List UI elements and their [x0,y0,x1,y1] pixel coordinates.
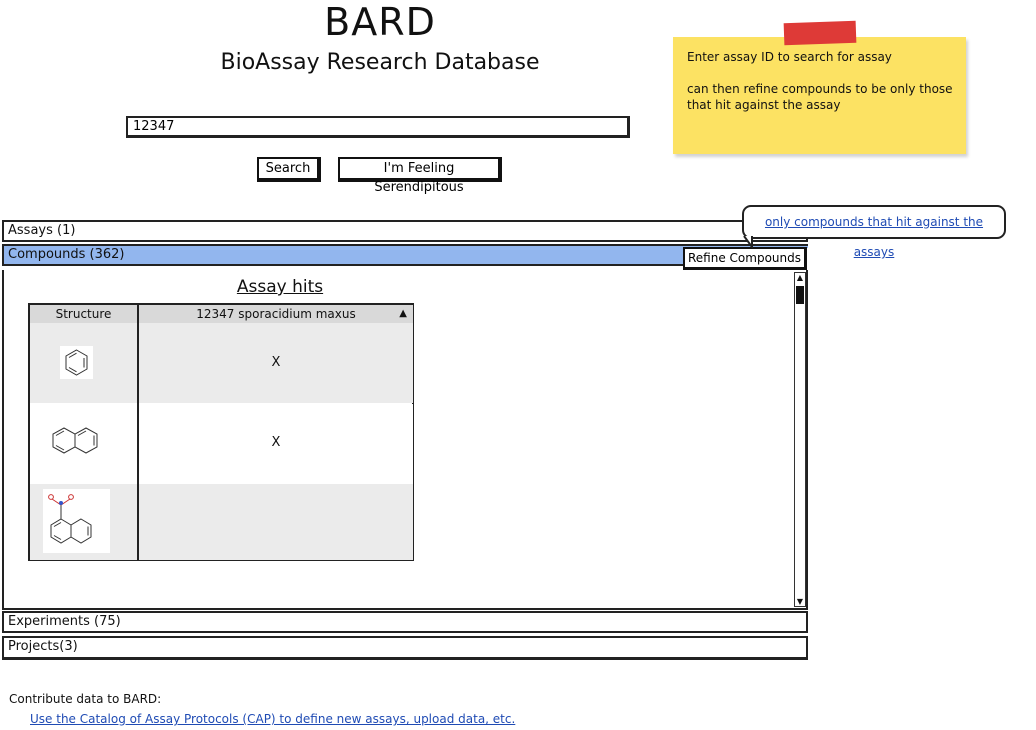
search-input[interactable] [126,116,630,138]
column-header-assay[interactable]: 12347 sporacidium maxus ▲ [139,305,413,323]
footer-label: Contribute data to BARD: [9,692,162,706]
note-line-2: can then refine compounds to be only tho… [687,82,953,112]
benzene-icon [60,346,93,379]
app-subtitle: BioAssay Research Database [220,50,540,75]
column-header-structure[interactable]: Structure [30,305,137,323]
tape-decoration [783,20,857,46]
serendipity-button[interactable]: I'm Feeling Serendipitous [338,157,502,195]
callout-tail [743,236,753,248]
nitronaphthalene-icon [43,489,110,553]
app-title: BARD [324,0,436,44]
scroll-up-icon[interactable]: ▲ [794,273,806,283]
scrollbar[interactable] [794,272,806,607]
hit-cell: X [271,355,281,370]
section-assays[interactable]: Assays (1) [2,220,808,242]
sort-ascending-icon[interactable]: ▲ [399,305,407,323]
section-experiments[interactable]: Experiments (75) [2,611,808,633]
section-projects-label: Projects(3) [8,639,78,654]
section-projects[interactable]: Projects(3) [2,636,808,660]
column-divider [137,305,139,561]
scroll-thumb[interactable] [796,286,804,304]
section-assays-label: Assays (1) [8,223,76,238]
scroll-down-icon[interactable]: ▼ [794,597,806,607]
section-compounds-label: Compounds (362) [8,247,125,262]
naphthalene-icon [48,420,106,460]
cap-link[interactable]: Use the Catalog of Assay Protocols (CAP)… [30,712,515,726]
sticky-note: Enter assay ID to search for assay can t… [673,37,966,154]
column-header-assay-label: 12347 sporacidium maxus [196,307,356,321]
search-button[interactable]: Search [257,157,321,182]
note-line-1: Enter assay ID to search for assay [687,50,892,64]
table-title: Assay hits [236,277,324,297]
section-compounds[interactable]: Compounds (362) [2,244,685,266]
column-header-structure-label: Structure [55,307,112,321]
hit-cell: X [271,435,281,450]
refine-compounds-button[interactable]: Refine Compounds [683,247,807,271]
callout-bubble: only compounds that hit against the assa… [742,205,1006,259]
section-experiments-label: Experiments (75) [8,614,121,629]
